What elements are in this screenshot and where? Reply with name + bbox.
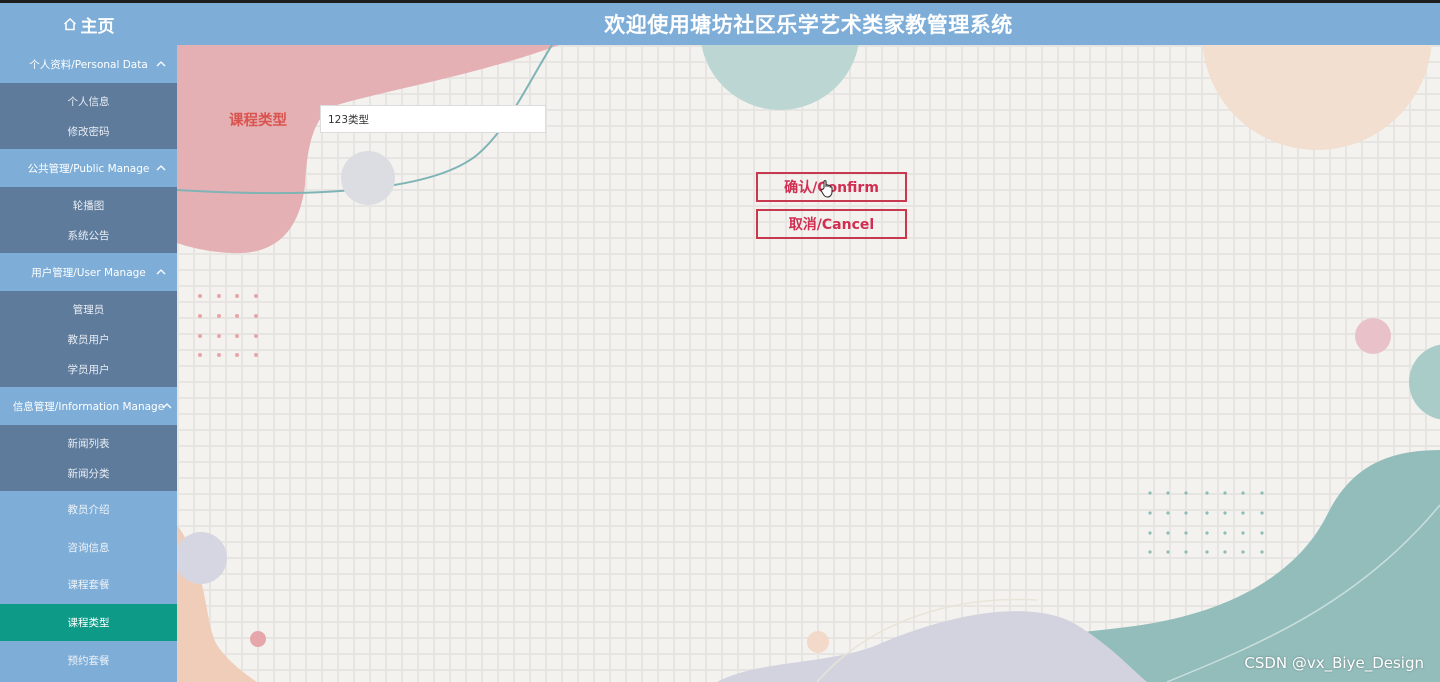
sidebar-group-user-manage[interactable]: 用户管理/User Manage [0, 253, 177, 291]
sidebar-item-tutor-users[interactable]: 教员用户 [0, 324, 177, 354]
cancel-button[interactable]: 取消/Cancel [756, 209, 907, 239]
course-type-input[interactable] [320, 105, 546, 133]
hand-cursor-icon [820, 180, 833, 198]
sidebar-item-course-type[interactable]: 课程类型 [0, 603, 177, 642]
sidebar-group-personal-data[interactable]: 个人资料/Personal Data [0, 45, 177, 83]
sidebar-group-label: 用户管理/User Manage [31, 266, 146, 279]
chevron-up-icon [156, 61, 166, 67]
chevron-up-icon [162, 403, 172, 409]
sidebar-item-student-users[interactable]: 学员用户 [0, 354, 177, 384]
sidebar-item-news-category[interactable]: 新闻分类 [0, 458, 177, 488]
course-type-label: 课程类型 [229, 113, 287, 129]
decorative-background [177, 45, 1440, 682]
sidebar-group-label: 公共管理/Public Manage [27, 162, 150, 175]
page-title: 欢迎使用塘坊社区乐学艺术类家教管理系统 [604, 13, 1013, 37]
chevron-up-icon [156, 269, 166, 275]
sidebar-item-change-password[interactable]: 修改密码 [0, 116, 177, 146]
sidebar-group-information-manage[interactable]: 信息管理/Information Manage [0, 387, 177, 425]
top-bar: 主页 欢迎使用塘坊社区乐学艺术类家教管理系统 [0, 0, 1440, 45]
sidebar-group-label: 个人资料/Personal Data [29, 58, 148, 71]
sidebar-submenu: 个人信息 修改密码 [0, 83, 177, 149]
home-label: 主页 [80, 16, 115, 37]
sidebar-item-carousel[interactable]: 轮播图 [0, 190, 177, 220]
watermark-text: CSDN @vx_Biye_Design [1244, 654, 1424, 672]
sidebar-item-admin[interactable]: 管理员 [0, 294, 177, 324]
sidebar-group-public-manage[interactable]: 公共管理/Public Manage [0, 149, 177, 187]
sidebar-item-personal-info[interactable]: 个人信息 [0, 86, 177, 116]
home-link[interactable]: 主页 [0, 3, 177, 45]
home-icon [63, 17, 76, 31]
sidebar-item-tutor-intro[interactable]: 教员介绍 [0, 491, 177, 529]
sidebar-submenu: 轮播图 系统公告 [0, 187, 177, 253]
main-content: 课程类型 确认/Confirm 取消/Cancel CSDN @vx_Biye_… [177, 45, 1440, 682]
sidebar-group-label: 信息管理/Information Manage [12, 400, 165, 413]
sidebar-item-news-list[interactable]: 新闻列表 [0, 428, 177, 458]
sidebar-item-course-package[interactable]: 课程套餐 [0, 566, 177, 604]
sidebar-submenu: 管理员 教员用户 学员用户 [0, 291, 177, 387]
sidebar-submenu: 新闻列表 新闻分类 [0, 425, 177, 491]
sidebar-item-consult-info[interactable]: 咨询信息 [0, 529, 177, 567]
sidebar: 个人资料/Personal Data 个人信息 修改密码 公共管理/Public… [0, 45, 177, 682]
sidebar-item-announcements[interactable]: 系统公告 [0, 220, 177, 250]
chevron-up-icon [156, 165, 166, 171]
sidebar-item-booking-package[interactable]: 预约套餐 [0, 641, 177, 679]
